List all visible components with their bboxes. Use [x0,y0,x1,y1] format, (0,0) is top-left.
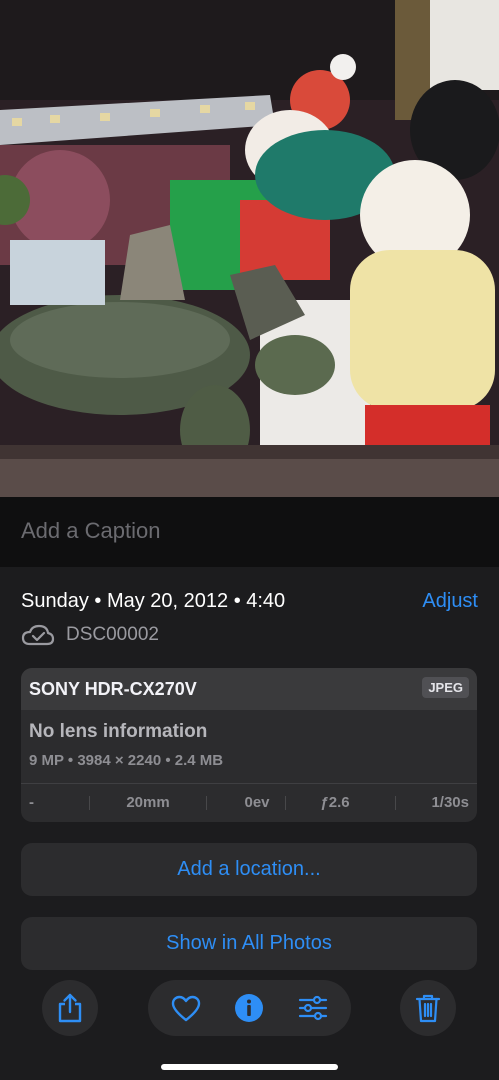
exif-shutter: 1/30s [431,794,469,811]
exif-row: - 20mm 0ev ƒ2.6 1/30s [21,783,477,822]
exif-divider [89,796,90,810]
exif-iso: - [29,794,34,811]
exif-aperture: ƒ2.6 [320,794,350,811]
sliders-icon[interactable] [298,995,328,1021]
camera-model: SONY HDR-CX270V [29,679,197,699]
photo-date: Sunday • May 20, 2012 • 4:40 [21,590,286,612]
share-icon [58,993,82,1023]
format-badge: JPEG [422,677,469,698]
delete-button[interactable] [400,980,456,1036]
info-panel: Sunday • May 20, 2012 • 4:40 Adjust DSC0… [0,567,499,1080]
cloud-check-icon [21,624,55,646]
metadata-card: SONY HDR-CX270V JPEG No lens information… [21,668,477,822]
file-name: DSC00002 [66,624,159,645]
caption-placeholder[interactable]: Add a Caption [21,518,160,544]
image-specs: 9 MP • 3984 × 2240 • 2.4 MB [29,752,224,769]
date-row: Sunday • May 20, 2012 • 4:40 Adjust [21,590,478,618]
photo-actions-pill [148,980,351,1036]
caption-field[interactable]: Add a Caption [0,497,499,567]
trash-icon [415,994,441,1023]
add-location-button[interactable]: Add a location... [21,843,477,896]
heart-icon[interactable] [171,995,201,1022]
photo-image [0,0,499,497]
exif-divider [206,796,207,810]
adjust-date-button[interactable]: Adjust [422,590,478,613]
exif-divider [395,796,396,810]
info-icon[interactable] [234,993,264,1023]
show-in-all-photos-button[interactable]: Show in All Photos [21,917,477,970]
bottom-toolbar [0,980,499,1036]
home-indicator [161,1064,338,1070]
photo-preview[interactable] [0,0,499,497]
share-button[interactable] [42,980,98,1036]
exif-focal-length: 20mm [126,794,170,811]
exif-divider [285,796,286,810]
metadata-header: SONY HDR-CX270V JPEG [21,668,477,710]
lens-info: No lens information [29,721,208,742]
